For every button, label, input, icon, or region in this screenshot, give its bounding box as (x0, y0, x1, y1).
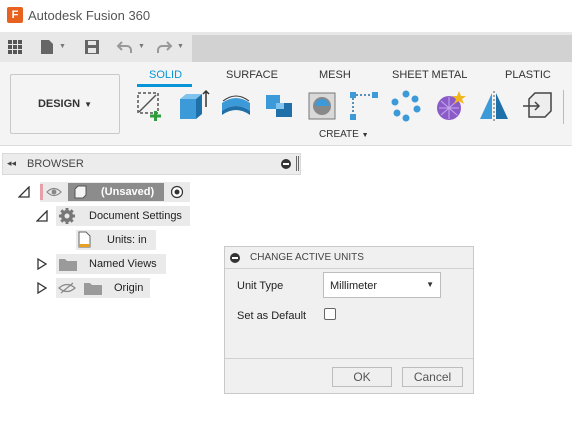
unsaved-marker (40, 184, 43, 200)
set-as-default-checkbox[interactable] (324, 308, 336, 320)
hidden-eye-icon[interactable] (58, 282, 76, 294)
circular-pattern-icon[interactable] (389, 89, 423, 123)
named-views-label: Named Views (89, 258, 157, 270)
browser-title: BROWSER (27, 158, 84, 170)
eye-icon[interactable] (46, 186, 62, 198)
expand-toggle-icon[interactable] (36, 258, 48, 270)
workspace-switcher-button[interactable]: DESIGN ▼ (10, 74, 120, 134)
chevron-down-icon: ▼ (59, 43, 66, 50)
hole-icon[interactable] (305, 89, 339, 123)
fusion-logo-icon: F (7, 7, 23, 23)
folder-icon (59, 259, 77, 271)
browser-panel-header: ◂◂ BROWSER (2, 153, 301, 175)
ribbon-toolbar: DESIGN ▼ SOLID SURFACE MESH SHEET METAL … (0, 62, 572, 146)
tab-solid[interactable]: SOLID (149, 69, 182, 81)
revolve-icon[interactable] (219, 89, 253, 123)
undo-button[interactable]: ▼ (116, 32, 148, 62)
gear-icon (59, 208, 75, 224)
panel-pin-icon[interactable] (296, 156, 299, 171)
document-tab-strip (192, 35, 572, 62)
title-bar: F Autodesk Fusion 360 (0, 0, 572, 32)
document-name: (Unsaved) (101, 186, 155, 198)
unit-type-value: Millimeter (330, 280, 378, 292)
change-active-units-dialog: CHANGE ACTIVE UNITS Unit Type Millimeter… (224, 246, 474, 394)
data-panel-grid-icon[interactable] (7, 39, 23, 55)
minimize-dialog-icon[interactable] (230, 253, 240, 263)
units-label: Units: in (107, 234, 147, 246)
chevron-down-icon: ▼ (84, 99, 93, 109)
undo-icon (116, 41, 132, 53)
sweep-icon[interactable] (262, 89, 296, 123)
create-sketch-icon[interactable] (134, 89, 168, 123)
ok-button[interactable]: OK (332, 367, 392, 387)
redo-icon (157, 41, 173, 53)
minimize-icon[interactable] (281, 159, 291, 169)
dialog-header: CHANGE ACTIVE UNITS (225, 247, 473, 269)
chevron-down-icon: ▼ (426, 280, 434, 289)
set-as-default-label: Set as Default (237, 310, 307, 322)
expand-toggle-icon[interactable] (36, 282, 48, 294)
tab-plastic[interactable]: PLASTIC (505, 69, 551, 81)
save-icon[interactable] (84, 39, 100, 55)
tab-sheet-metal[interactable]: SHEET METAL (392, 69, 467, 81)
chevron-down-icon: ▼ (138, 43, 145, 50)
cancel-button[interactable]: Cancel (402, 367, 463, 387)
expand-toggle-icon[interactable] (36, 210, 48, 222)
file-menu-button[interactable]: ▼ (38, 32, 68, 62)
derive-icon[interactable] (521, 89, 555, 123)
expand-toggle-icon[interactable] (18, 186, 30, 198)
workspace-label: DESIGN (37, 98, 81, 110)
extrude-icon[interactable] (176, 89, 210, 123)
redo-button[interactable]: ▼ (155, 32, 187, 62)
dialog-divider (225, 358, 473, 359)
chevron-down-icon: ▼ (177, 43, 184, 50)
folder-icon (84, 283, 102, 295)
units-document-icon (78, 231, 91, 248)
create-group-menu[interactable]: CREATE ▼ (319, 129, 369, 140)
file-icon (41, 40, 53, 54)
create-group-label: CREATE (319, 129, 359, 140)
mirror-icon[interactable] (477, 89, 511, 123)
quick-access-toolbar: ▼ ▼ ▼ (0, 32, 572, 62)
ribbon-separator (563, 90, 564, 124)
unit-type-label: Unit Type (237, 280, 284, 292)
tab-mesh[interactable]: MESH (319, 69, 351, 81)
app-title: Autodesk Fusion 360 (28, 8, 151, 23)
collapse-panel-icon[interactable]: ◂◂ (7, 158, 16, 169)
tab-surface[interactable]: SURFACE (226, 69, 278, 81)
document-settings-label: Document Settings (89, 210, 182, 222)
component-icon (74, 185, 87, 199)
chevron-down-icon: ▼ (361, 132, 369, 139)
active-tab-indicator (137, 84, 192, 87)
form-icon[interactable] (433, 89, 467, 123)
unit-type-select[interactable]: Millimeter ▼ (323, 272, 441, 298)
rectangular-pattern-icon[interactable] (347, 89, 381, 123)
activate-radio-icon[interactable] (170, 185, 184, 199)
dialog-title: CHANGE ACTIVE UNITS (250, 252, 364, 263)
origin-label: Origin (114, 282, 144, 294)
